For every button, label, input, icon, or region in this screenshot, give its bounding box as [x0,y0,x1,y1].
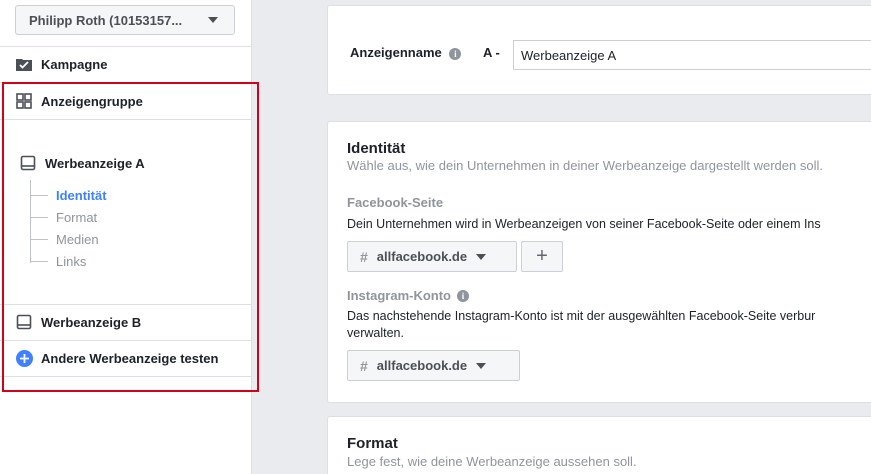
sidebar-item-label: Kampagne [41,56,108,72]
format-card: Format Lege fest, wie deine Werbeanzeige… [327,416,871,474]
identity-card: Identität Wähle aus, wie dein Unternehme… [327,121,871,403]
facebook-page-label-text: Facebook-Seite [347,195,444,210]
section-title: Format [347,435,398,452]
account-selector[interactable]: Philipp Roth (10153157... [15,5,235,35]
facebook-page-description: Dein Unternehmen wird in Werbeanzeigen v… [347,217,821,231]
instagram-account-label: Instagram-Konto i [347,288,469,303]
chevron-down-icon [476,253,487,260]
facebook-page-label: Facebook-Seite [347,195,443,210]
instagram-account-select[interactable]: # allfacebook.de [347,350,520,381]
section-subtitle: Wähle aus, wie dein Unternehmen in deine… [347,158,823,173]
facebook-page-select[interactable]: # allfacebook.de [347,241,517,272]
facebook-page-value: allfacebook.de [376,249,468,264]
section-title: Identität [347,140,406,157]
instagram-account-value: allfacebook.de [376,358,468,373]
account-name: Philipp Roth (10153157... [29,12,183,28]
plus-icon: + [536,245,548,267]
ad-name-label: Anzeigenname i [350,45,462,60]
instagram-account-label-text: Instagram-Konto [347,288,451,303]
ad-name-prefix: A - [483,45,500,60]
ad-name-label-text: Anzeigenname [350,45,442,60]
hashtag-icon: # [360,248,368,265]
chevron-down-icon [476,362,487,369]
info-icon[interactable]: i [457,289,469,302]
section-subtitle: Lege fest, wie deine Werbeanzeige ausseh… [347,454,637,469]
checkbox-folder-icon [15,55,33,73]
instagram-description-line1: Das nachstehende Instagram-Konto ist mit… [347,309,816,323]
divider [0,46,252,47]
hashtag-icon: # [360,357,368,374]
instagram-description-line2: verwalten. [347,326,404,340]
ad-name-card: Anzeigenname i A - [327,5,871,95]
sidebar-item-campaign[interactable]: Kampagne [0,55,252,73]
highlight-frame [2,82,259,392]
info-icon[interactable]: i [449,48,462,60]
chevron-down-icon [208,17,218,23]
add-page-button[interactable]: + [521,241,563,272]
ad-name-input[interactable] [513,40,871,70]
